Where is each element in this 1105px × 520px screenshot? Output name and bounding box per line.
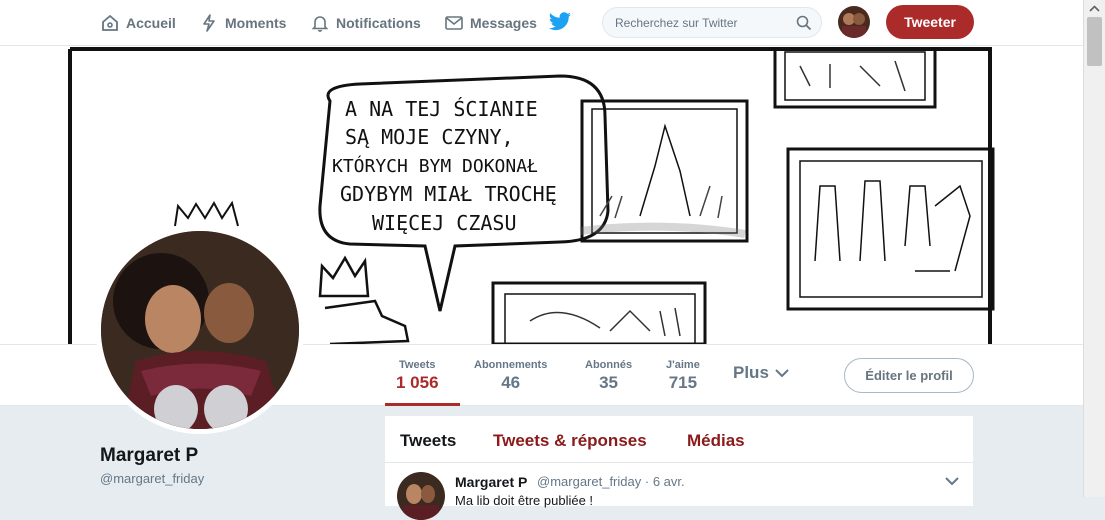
stat-likes-label: J'aime (666, 359, 700, 371)
stat-following[interactable]: Abonnements 46 (474, 359, 547, 393)
tweet-author-avatar[interactable] (397, 472, 445, 520)
tweet-button[interactable]: Tweeter (886, 5, 974, 39)
timeline-tabs: Tweets Tweets & réponses Médias (385, 416, 973, 463)
search-icon[interactable] (796, 15, 812, 31)
tab-tweets-replies[interactable]: Tweets & réponses (493, 431, 647, 451)
top-navigation-bar: Accueil Moments Notifications Messages T… (0, 0, 1083, 46)
scroll-up-arrow-icon[interactable] (1088, 4, 1101, 14)
chevron-down-icon[interactable] (945, 476, 959, 486)
more-menu-label: Plus (733, 363, 769, 382)
scrollbar-thumb[interactable] (1087, 17, 1102, 66)
speech-line-2: SĄ MOJE CZYNY, (345, 125, 514, 149)
nav-moments[interactable]: Moments (199, 0, 286, 46)
stat-followers[interactable]: Abonnés 35 (585, 359, 632, 393)
tweet-date[interactable]: 6 avr. (653, 474, 685, 489)
tweet-item[interactable]: Margaret P @margaret_friday · 6 avr. Ma … (385, 464, 973, 520)
tweet-author-name[interactable]: Margaret P (455, 474, 527, 490)
bell-icon (311, 16, 329, 32)
tab-tweets[interactable]: Tweets (400, 431, 456, 451)
twitter-bird-icon[interactable] (548, 11, 572, 33)
chevron-down-icon (775, 369, 789, 378)
page-scrollbar[interactable] (1083, 0, 1105, 497)
edit-profile-button[interactable]: Éditer le profil (844, 358, 974, 393)
account-avatar[interactable] (838, 6, 870, 38)
timeline-panel: Tweets Tweets & réponses Médias Margaret… (385, 416, 973, 520)
stat-likes-value: 715 (668, 373, 698, 392)
tweet-meta: @margaret_friday · 6 avr. (537, 474, 685, 489)
stat-tweets[interactable]: Tweets 1 056 (396, 359, 439, 393)
envelope-icon (445, 16, 463, 30)
tweet-author-handle: @margaret_friday (537, 474, 642, 489)
stat-tweets-label: Tweets (399, 359, 436, 371)
more-menu[interactable]: Plus (733, 363, 789, 383)
profile-name[interactable]: Margaret P (100, 445, 198, 467)
speech-line-5: WIĘCEJ CZASU (372, 211, 517, 235)
nav-notifications-label: Notifications (336, 15, 421, 31)
stat-followers-label: Abonnés (585, 359, 633, 371)
tweet-separator: · (644, 474, 653, 489)
search-input[interactable] (603, 8, 783, 37)
tweet-text: Ma lib doit être publiée ! (455, 493, 594, 508)
stat-followers-value: 35 (599, 373, 618, 392)
speech-line-1: A NA TEJ ŚCIANIE (345, 97, 538, 121)
nav-messages-label: Messages (470, 15, 537, 31)
nav-notifications[interactable]: Notifications (310, 0, 421, 46)
profile-handle: @margaret_friday (100, 471, 205, 486)
stat-likes[interactable]: J'aime 715 (666, 359, 700, 393)
speech-line-4: GDYBYM MIAŁ TROCHĘ (340, 182, 557, 206)
speech-line-3: KTÓRYCH BYM DOKONAŁ (332, 155, 538, 177)
nav-messages[interactable]: Messages (444, 0, 537, 46)
tab-media[interactable]: Médias (687, 431, 745, 451)
stat-following-value: 46 (501, 373, 521, 392)
active-stat-underline (385, 403, 460, 406)
home-icon (102, 14, 118, 31)
nav-moments-label: Moments (225, 15, 287, 31)
profile-avatar[interactable] (96, 226, 304, 434)
nav-home-label: Accueil (126, 15, 176, 31)
search-box (602, 7, 822, 38)
lightning-icon (203, 14, 215, 32)
stat-tweets-value: 1 056 (396, 373, 439, 392)
stat-following-label: Abonnements (474, 359, 548, 371)
nav-home[interactable]: Accueil (100, 0, 176, 46)
